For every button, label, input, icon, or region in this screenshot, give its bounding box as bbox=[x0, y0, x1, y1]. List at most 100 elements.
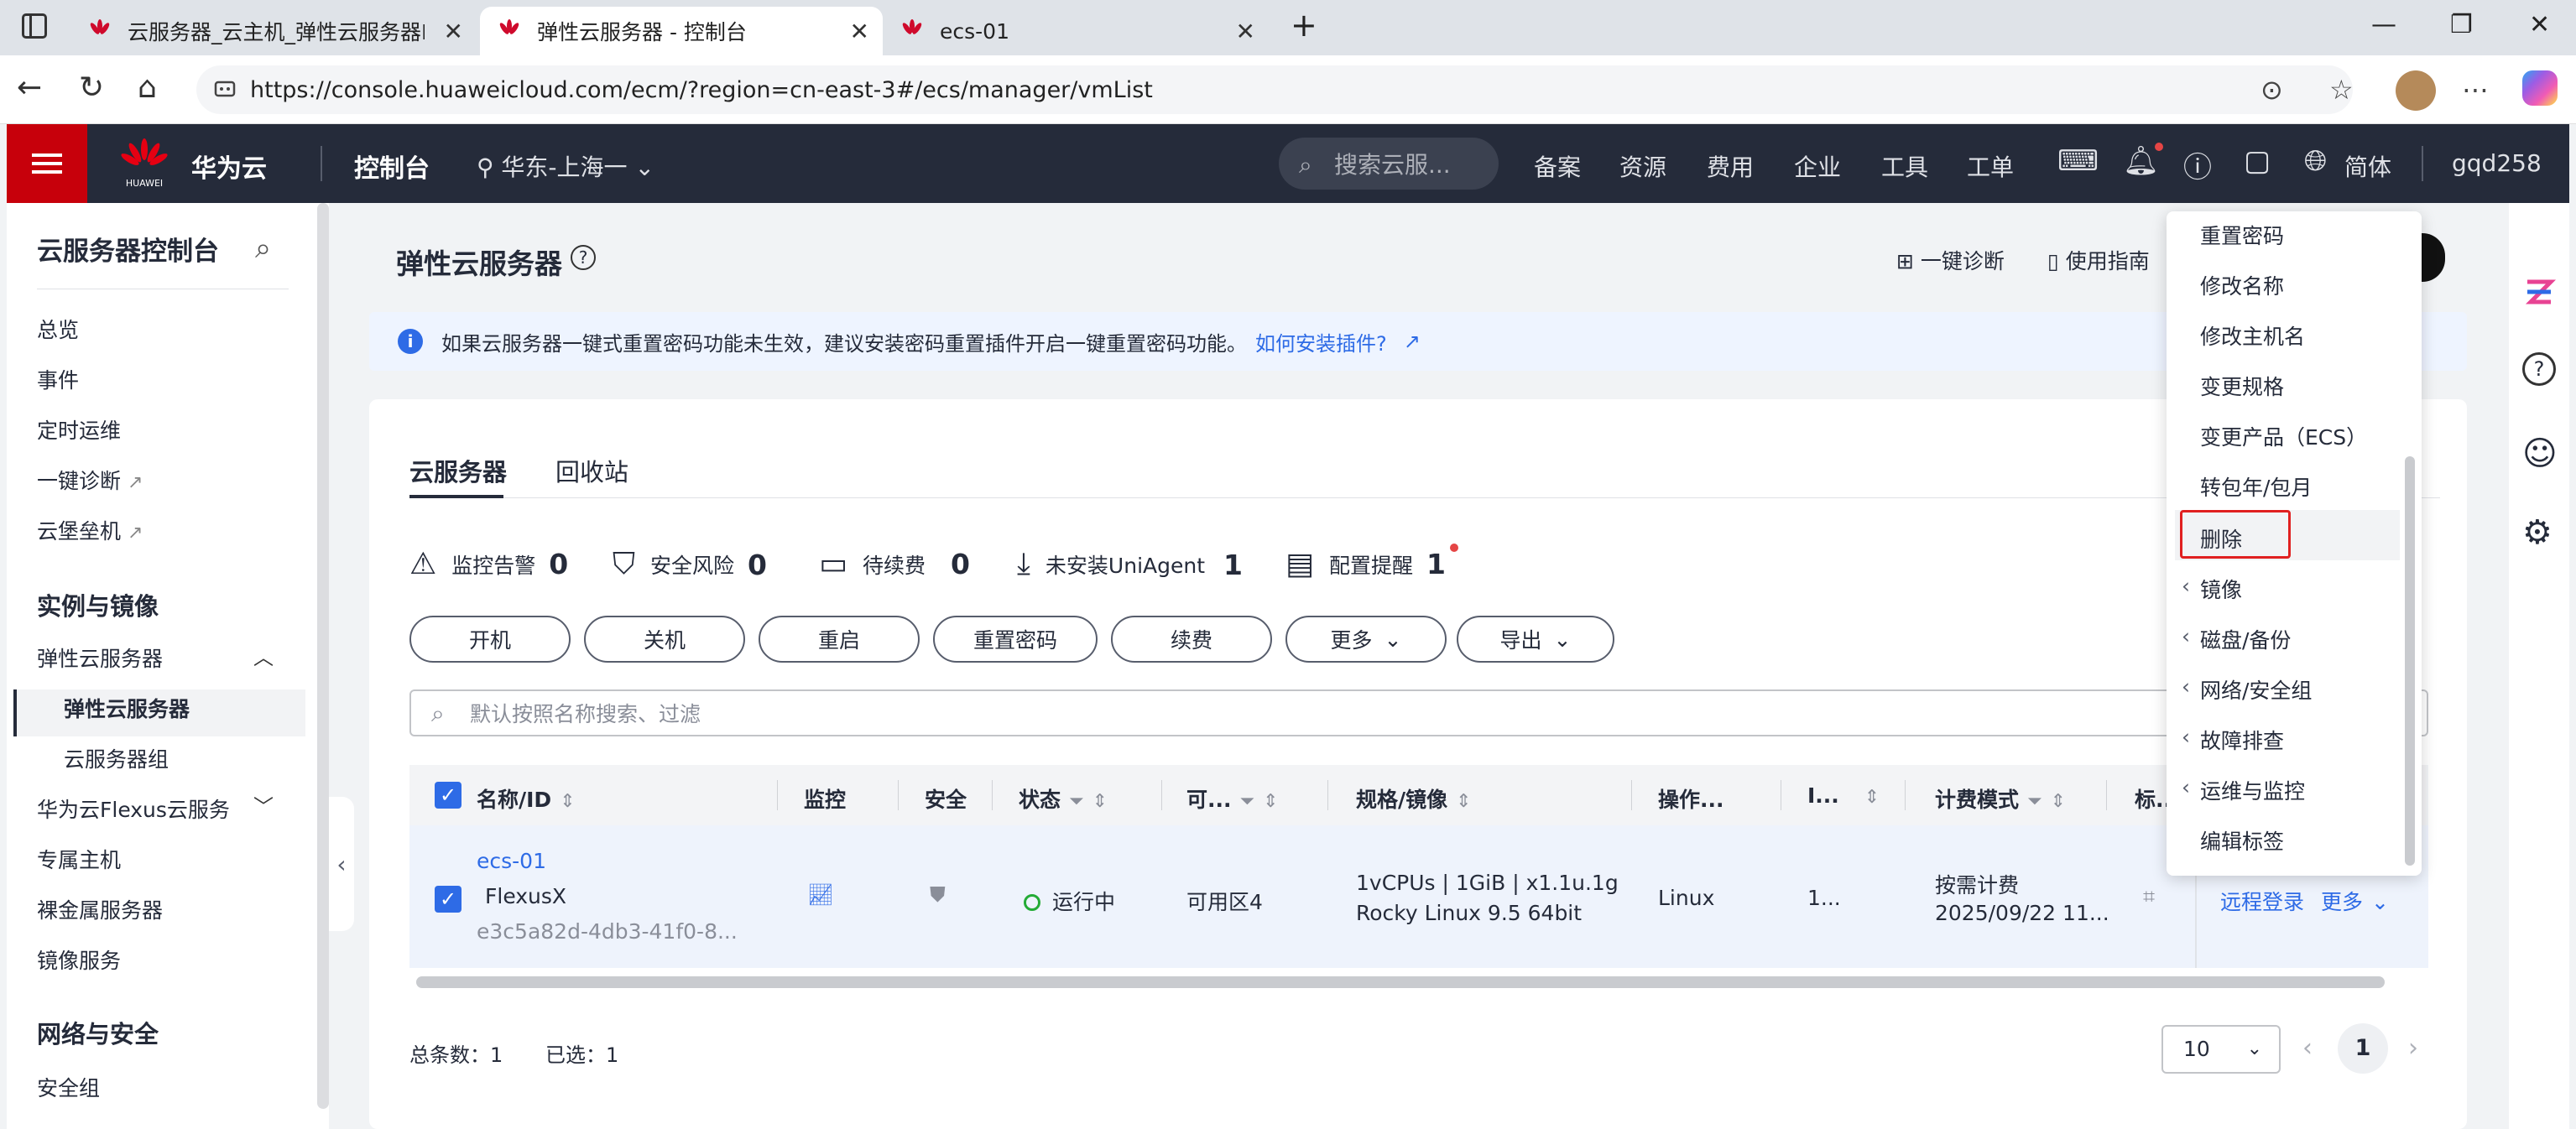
sidebar-item-image-service[interactable]: 镜像服务 bbox=[37, 944, 121, 975]
menu-item-network-security[interactable]: ‹ 网络/安全组 bbox=[2182, 674, 2312, 705]
row-checkbox[interactable]: ✓ bbox=[435, 886, 461, 913]
reload-icon[interactable]: ↻ bbox=[79, 70, 104, 105]
column-name-id[interactable]: 名称/ID ⇕ bbox=[477, 783, 576, 814]
sidebar-item-events[interactable]: 事件 bbox=[37, 364, 79, 394]
username[interactable]: gqd258 bbox=[2452, 149, 2542, 177]
sidebar-item-ecs[interactable]: 弹性云服务器 bbox=[64, 693, 190, 723]
global-search-input[interactable]: ⌕ 搜索云服... bbox=[1279, 138, 1499, 190]
export-button[interactable]: 导出 ⌄ bbox=[1457, 616, 1614, 663]
chevron-up-icon[interactable]: ︿ bbox=[253, 641, 274, 670]
settings-gear-icon[interactable]: ⚙ bbox=[2522, 513, 2553, 552]
copilot-icon[interactable] bbox=[2522, 70, 2558, 106]
sort-icon[interactable]: ⇕ bbox=[1864, 787, 1880, 808]
more-button[interactable]: 更多 ⌄ bbox=[1285, 616, 1447, 663]
site-info-icon[interactable] bbox=[213, 77, 237, 101]
nav-link-enterprise[interactable]: 企业 bbox=[1794, 149, 1841, 183]
sort-icon[interactable]: ⇕ bbox=[560, 791, 575, 812]
region-selector[interactable]: ⚲ 华东-上海一 ⌄ bbox=[477, 149, 654, 183]
tab-recycle-bin[interactable]: 回收站 bbox=[555, 453, 628, 488]
sidebar-item-bare-metal[interactable]: 裸金属服务器 bbox=[37, 894, 163, 924]
read-aloud-icon[interactable]: ⊙ bbox=[2261, 74, 2283, 106]
sort-icon[interactable]: ⇕ bbox=[1263, 791, 1278, 812]
huawei-logo-icon[interactable]: HUAWEI bbox=[121, 138, 168, 190]
nav-link-tickets[interactable]: 工单 bbox=[1967, 149, 2014, 183]
stat-monitor-alarm[interactable]: ⚠ 监控告警 0 bbox=[409, 547, 568, 581]
tag-icon[interactable]: ⌗ bbox=[2143, 884, 2155, 909]
column-spec-image[interactable]: 规格/镜像 ⇕ bbox=[1356, 783, 1472, 814]
filter-icon[interactable]: ⏷ bbox=[1240, 791, 1255, 812]
sidebar-item-bastion[interactable]: 云堡垒机 ↗ bbox=[37, 515, 143, 545]
sidebar-item-security-group[interactable]: 安全组 bbox=[37, 1072, 100, 1102]
column-az[interactable]: 可... ⏷ ⇕ bbox=[1186, 783, 1279, 814]
tab-servers[interactable]: 云服务器 bbox=[409, 453, 507, 488]
question-icon[interactable]: ? bbox=[571, 245, 596, 270]
menu-item-image[interactable]: ‹ 镜像 bbox=[2182, 574, 2242, 604]
user-guide-link[interactable]: ▯ 使用指南 bbox=[2047, 245, 2150, 275]
sidebar-item-dedicated-host[interactable]: 专属主机 bbox=[37, 844, 121, 874]
feedback-icon[interactable]: ▢ bbox=[2244, 144, 2271, 178]
nav-link-tools[interactable]: 工具 bbox=[1881, 149, 1928, 183]
menu-item-reset-password[interactable]: 重置密码 bbox=[2200, 220, 2284, 250]
sort-icon[interactable]: ⇕ bbox=[2051, 791, 2066, 812]
remote-login-link[interactable]: 远程登录 bbox=[2220, 886, 2304, 916]
search-filter-input[interactable]: ⌕ 默认按照名称搜索、过滤 bbox=[409, 689, 2428, 736]
dropdown-scrollbar[interactable] bbox=[2405, 456, 2415, 866]
menu-item-change-product[interactable]: 变更产品（ECS） bbox=[2200, 421, 2367, 451]
menu-item-troubleshoot[interactable]: ‹ 故障排查 bbox=[2182, 725, 2284, 755]
page-size-select[interactable]: 10 ⌄ bbox=[2161, 1025, 2281, 1074]
sidebar-scrollbar[interactable] bbox=[317, 203, 329, 1109]
menu-item-convert-yearly[interactable]: 转包年/包月 bbox=[2200, 471, 2312, 502]
restart-button[interactable]: 重启 bbox=[759, 616, 920, 663]
nav-link-beian[interactable]: 备案 bbox=[1534, 149, 1581, 183]
nav-link-resources[interactable]: 资源 bbox=[1619, 149, 1666, 183]
column-ip[interactable]: I... ⇕ bbox=[1807, 783, 1880, 808]
current-page[interactable]: 1 bbox=[2338, 1023, 2388, 1074]
row-more-dropdown[interactable]: 更多 ⌄ bbox=[2321, 886, 2389, 916]
menu-item-change-hostname[interactable]: 修改主机名 bbox=[2200, 320, 2305, 351]
external-link-icon[interactable]: ↗ bbox=[1404, 330, 1421, 353]
sidebar-item-server-group[interactable]: 云服务器组 bbox=[64, 743, 169, 773]
prev-page-icon[interactable]: ‹ bbox=[2302, 1033, 2313, 1063]
close-tab-icon[interactable]: ✕ bbox=[850, 18, 869, 45]
stat-security-risk[interactable]: ⛉ 安全风险 0 bbox=[613, 547, 767, 582]
nav-link-billing[interactable]: 费用 bbox=[1707, 149, 1754, 183]
home-icon[interactable]: ⌂ bbox=[138, 70, 157, 105]
menu-item-rename[interactable]: 修改名称 bbox=[2200, 270, 2284, 300]
brand-name[interactable]: 华为云 bbox=[191, 148, 267, 185]
new-tab-icon[interactable]: + bbox=[1291, 7, 1317, 44]
browser-tab-2[interactable]: 弹性云服务器 - 控制台 ✕ bbox=[480, 7, 883, 55]
sidebar-collapse-button[interactable]: ‹ bbox=[329, 797, 354, 931]
chevron-down-icon[interactable]: ﹀ bbox=[253, 790, 274, 819]
sidebar-item-ecs-parent[interactable]: 弹性云服务器 bbox=[37, 643, 163, 673]
stop-button[interactable]: 关机 bbox=[584, 616, 745, 663]
stat-uniagent[interactable]: ⤓ 未安装UniAgent 1 bbox=[1017, 547, 1243, 582]
service-menu-button[interactable] bbox=[7, 124, 87, 203]
search-icon[interactable]: ⌕ bbox=[255, 232, 271, 265]
stat-pending-renewal[interactable]: ▭ 待续费 0 bbox=[819, 547, 970, 581]
renew-button[interactable]: 续费 bbox=[1111, 616, 1272, 663]
sidebar-item-overview[interactable]: 总览 bbox=[37, 314, 79, 344]
menu-item-ops-monitor[interactable]: ‹ 运维与监控 bbox=[2182, 775, 2305, 805]
maximize-icon[interactable]: ❐ bbox=[2450, 10, 2473, 39]
smiley-feedback-icon[interactable]: ☺ bbox=[2522, 434, 2558, 473]
console-link[interactable]: 控制台 bbox=[354, 148, 430, 185]
favorite-star-icon[interactable]: ☆ bbox=[2329, 74, 2354, 106]
minimize-icon[interactable]: — bbox=[2371, 10, 2396, 39]
sort-icon[interactable]: ⇕ bbox=[1092, 791, 1108, 812]
app-logo-icon[interactable] bbox=[2522, 275, 2557, 309]
reset-password-button[interactable]: 重置密码 bbox=[933, 616, 1098, 663]
sidebar-toggle-icon[interactable] bbox=[22, 13, 47, 39]
back-icon[interactable]: ← bbox=[17, 70, 42, 105]
menu-item-disk-backup[interactable]: ‹ 磁盘/备份 bbox=[2182, 624, 2291, 654]
help-circle-icon[interactable]: ? bbox=[2522, 352, 2556, 386]
column-status[interactable]: 状态 ⏷ ⇕ bbox=[1019, 783, 1108, 814]
install-plugin-link[interactable]: 如何安装插件? bbox=[1255, 327, 1387, 356]
help-icon[interactable]: ⓘ bbox=[2183, 144, 2212, 185]
browser-tab-3[interactable]: ecs-01 ✕ bbox=[883, 7, 1269, 55]
browser-tab-1[interactable]: 云服务器_云主机_弹性云服务器EC ✕ bbox=[70, 7, 477, 55]
filter-icon[interactable]: ⏷ bbox=[2027, 791, 2042, 812]
sidebar-item-diagnosis[interactable]: 一键诊断 ↗ bbox=[37, 465, 143, 495]
monitor-chart-icon[interactable]: 📈︎ bbox=[807, 882, 834, 908]
table-horizontal-scrollbar[interactable] bbox=[416, 976, 2385, 988]
profile-avatar[interactable] bbox=[2396, 70, 2436, 111]
